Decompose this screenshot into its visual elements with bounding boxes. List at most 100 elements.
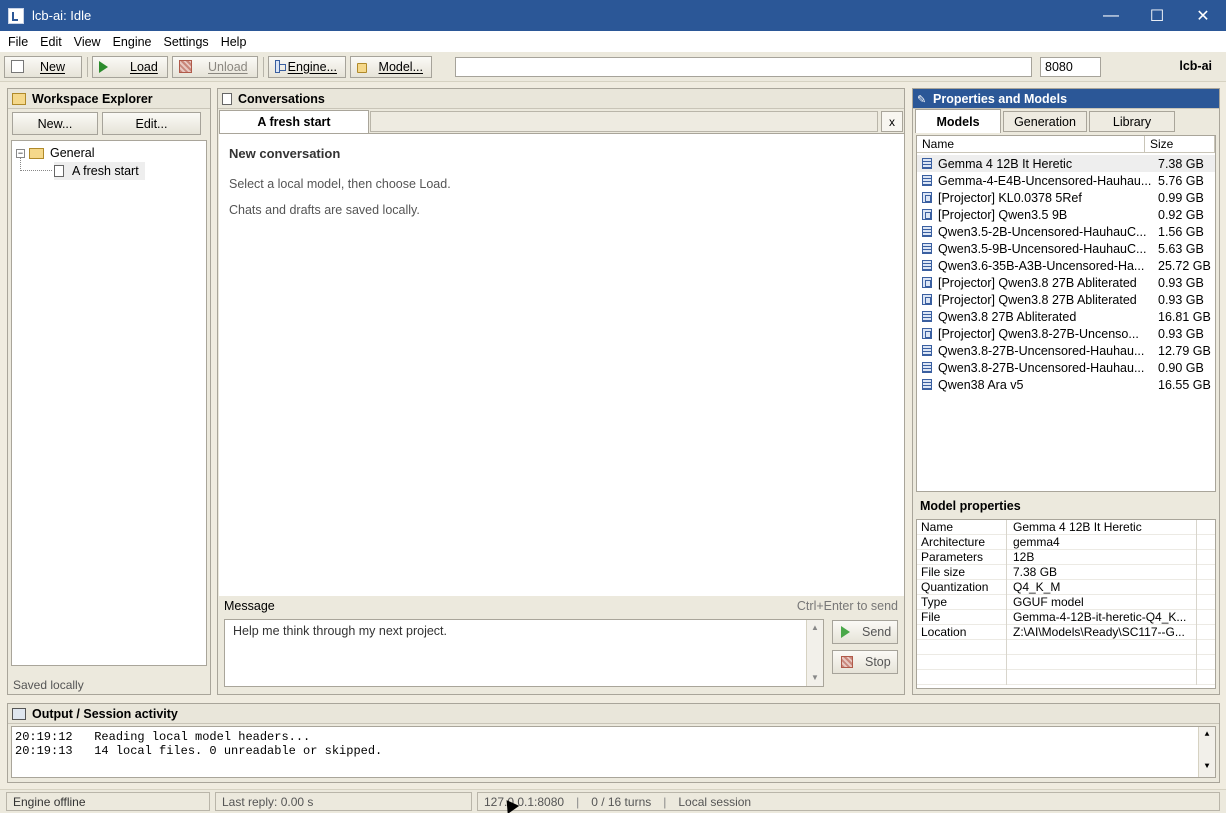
properties-header: ✎ Properties and Models <box>913 89 1219 109</box>
folder-icon <box>29 147 44 159</box>
model-button[interactable]: Model... <box>350 55 432 78</box>
new-button[interactable]: New <box>4 55 82 78</box>
maximize-icon[interactable]: ☐ <box>1134 0 1180 31</box>
projector-icon <box>922 328 932 339</box>
model-name: [Projector] KL0.0378 5Ref <box>938 190 1082 205</box>
load-button[interactable]: Load <box>92 55 168 78</box>
model-row[interactable]: Gemma 4 12B It Heretic 7.38 GB <box>917 155 1215 172</box>
close-icon[interactable]: ✕ <box>1180 0 1226 31</box>
model-size: 16.81 GB <box>1158 309 1211 324</box>
port-field[interactable]: 8080 <box>1040 57 1101 77</box>
property-row[interactable]: Name Gemma 4 12B It Heretic <box>917 519 1215 535</box>
output-scrollbar[interactable]: ▲ ▼ <box>1198 727 1215 777</box>
minimize-icon[interactable]: — <box>1088 0 1134 31</box>
menu-view[interactable]: View <box>70 35 105 49</box>
model-icon <box>922 345 932 356</box>
model-path-field[interactable] <box>455 57 1032 77</box>
scroll-down-icon[interactable]: ▼ <box>1199 759 1215 775</box>
model-size: 0.93 GB <box>1158 326 1204 341</box>
model-row[interactable]: [Projector] Qwen3.5 9B 0.92 GB <box>917 206 1215 223</box>
turns-status: 0 / 16 turns <box>591 794 652 809</box>
toolbar-separator <box>263 56 264 77</box>
tree-item-a-fresh-start[interactable]: A fresh start <box>54 162 145 180</box>
property-row[interactable]: File Gemma-4-12B-it-heretic-Q4_K... <box>917 609 1215 625</box>
menu-edit[interactable]: Edit <box>36 35 66 49</box>
tab-generation[interactable]: Generation <box>1003 111 1087 132</box>
model-size: 25.72 GB <box>1158 258 1211 273</box>
property-row[interactable]: Parameters 12B <box>917 549 1215 565</box>
document-icon <box>222 92 232 105</box>
collapse-icon[interactable]: − <box>16 148 25 158</box>
menu-bar: File Edit View Engine Settings Help <box>0 31 1226 52</box>
model-name: [Projector] Qwen3.8 27B Abliterated <box>938 275 1137 290</box>
folder-icon <box>12 92 26 105</box>
property-row[interactable]: Quantization Q4_K_M <box>917 579 1215 595</box>
properties-tabs: Models Generation Library <box>913 109 1219 133</box>
model-size: 0.93 GB <box>1158 275 1204 290</box>
model-row[interactable]: Qwen3.8-27B-Uncensored-Hauhau... 0.90 GB <box>917 359 1215 376</box>
message-label: Message <box>224 599 275 613</box>
menu-engine[interactable]: Engine <box>109 35 156 49</box>
wrench-icon: ✎ <box>917 93 927 106</box>
model-row[interactable]: [Projector] KL0.0378 5Ref 0.99 GB <box>917 189 1215 206</box>
model-row[interactable]: Qwen3.5-9B-Uncensored-HauhauC... 5.63 GB <box>917 240 1215 257</box>
message-header: Message Ctrl+Enter to send <box>219 596 904 616</box>
scroll-down-icon[interactable]: ▼ <box>807 670 823 686</box>
conversation-hint-1: Select a local model, then choose Load. <box>229 177 451 191</box>
tree-folder-general[interactable]: − General <box>16 144 94 162</box>
scroll-up-icon[interactable]: ▲ <box>807 620 823 636</box>
model-row[interactable]: Qwen3.8-27B-Uncensored-Hauhau... 12.79 GB <box>917 342 1215 359</box>
model-row[interactable]: Qwen3.8 27B Abliterated 16.81 GB <box>917 308 1215 325</box>
model-name: Qwen3.8-27B-Uncensored-Hauhau... <box>938 360 1145 375</box>
model-size: 7.38 GB <box>1158 156 1204 171</box>
model-row[interactable]: Qwen3.6-35B-A3B-Uncensored-Ha... 25.72 GB <box>917 257 1215 274</box>
message-scrollbar[interactable]: ▲ ▼ <box>806 620 823 686</box>
model-row[interactable]: [Projector] Qwen3.8-27B-Uncenso... 0.93 G… <box>917 325 1215 342</box>
model-icon <box>922 226 932 237</box>
property-row[interactable]: Architecture gemma4 <box>917 534 1215 550</box>
model-row[interactable]: Gemma-4-E4B-Uncensored-Hauhau... 5.76 GB <box>917 172 1215 189</box>
monitor-icon <box>12 707 26 720</box>
title-bar: lcb-ai: Idle — ☐ ✕ <box>0 0 1226 31</box>
conversation-tabs: A fresh start x <box>218 109 904 133</box>
property-row[interactable]: Type GGUF model <box>917 594 1215 610</box>
workspace-new-button[interactable]: New... <box>12 112 98 135</box>
engine-button[interactable]: Engine... <box>268 55 346 78</box>
property-row[interactable]: Location Z:\AI\Models\Ready\SC117--G... <box>917 624 1215 640</box>
column-size[interactable]: Size <box>1145 136 1215 152</box>
tab-models[interactable]: Models <box>915 109 1001 133</box>
properties-models-panel: ✎ Properties and Models Models Generatio… <box>912 88 1220 695</box>
message-input[interactable]: Help me think through my next project. ▲… <box>224 619 824 687</box>
model-name: [Projector] Qwen3.5 9B <box>938 207 1068 222</box>
menu-help[interactable]: Help <box>217 35 251 49</box>
workspace-explorer-panel: Workspace Explorer New... Edit... − Gene… <box>7 88 211 695</box>
model-row[interactable]: [Projector] Qwen3.8 27B Abliterated 0.93 … <box>917 274 1215 291</box>
model-name: Qwen3.8-27B-Uncensored-Hauhau... <box>938 343 1145 358</box>
stop-button[interactable]: Stop <box>832 650 898 674</box>
tab-a-fresh-start[interactable]: A fresh start <box>219 110 369 133</box>
model-row[interactable]: [Projector] Qwen3.8 27B Abliterated 0.93 … <box>917 291 1215 308</box>
close-tab-button[interactable]: x <box>881 111 903 132</box>
menu-file[interactable]: File <box>4 35 32 49</box>
model-icon <box>922 379 932 390</box>
scroll-up-icon[interactable]: ▲ <box>1199 727 1215 743</box>
local-session-status: Local session <box>678 794 752 809</box>
property-row[interactable]: File size 7.38 GB <box>917 564 1215 580</box>
send-button[interactable]: Send <box>832 620 898 644</box>
workspace-edit-button[interactable]: Edit... <box>102 112 201 135</box>
column-name[interactable]: Name <box>917 136 1145 152</box>
property-key: Quantization <box>917 579 1007 595</box>
status-divider: | <box>663 794 667 809</box>
model-row[interactable]: Qwen3.5-2B-Uncensored-HauhauC... 1.56 GB <box>917 223 1215 240</box>
engine-status: Engine offline <box>6 792 210 811</box>
engine-chip-icon <box>275 60 286 73</box>
model-name: [Projector] Qwen3.8 27B Abliterated <box>938 292 1137 307</box>
model-name: Qwen3.8 27B Abliterated <box>938 309 1077 324</box>
model-row[interactable]: Qwen38 Ara v5 16.55 GB <box>917 376 1215 393</box>
app-icon <box>8 7 24 24</box>
property-key: File size <box>917 564 1007 580</box>
workspace-status: Saved locally <box>13 678 84 692</box>
menu-settings[interactable]: Settings <box>160 35 213 49</box>
tab-library[interactable]: Library <box>1089 111 1175 132</box>
unload-button[interactable]: Unload <box>172 55 258 78</box>
